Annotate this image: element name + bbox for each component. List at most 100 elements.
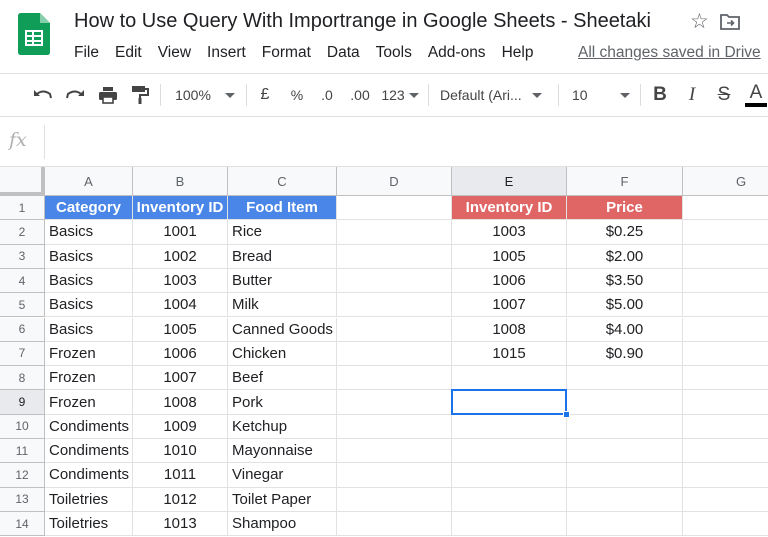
empty-cell[interactable] [337, 439, 452, 464]
table-cell[interactable]: Basics [45, 293, 133, 318]
table-cell[interactable]: 1011 [133, 463, 228, 488]
empty-cell[interactable] [683, 488, 768, 512]
empty-cell[interactable] [337, 268, 452, 294]
empty-cell[interactable] [452, 414, 567, 439]
empty-cell[interactable] [337, 220, 452, 245]
zoom-select[interactable]: 100% [170, 74, 240, 116]
row-header-3[interactable]: 3 [0, 244, 45, 269]
empty-cell[interactable] [337, 463, 452, 488]
row-header-5[interactable]: 5 [0, 293, 45, 318]
row-header-8[interactable]: 8 [0, 366, 45, 391]
menu-insert[interactable]: Insert [207, 42, 246, 64]
table-cell[interactable]: Mayonnaise [228, 439, 337, 464]
row-header-1[interactable]: 1 [0, 196, 45, 221]
table-cell[interactable]: Butter [228, 268, 337, 294]
star-icon[interactable]: ☆ [690, 10, 710, 34]
table-cell[interactable]: Basics [45, 220, 133, 245]
increase-decimals-button[interactable]: .00 [344, 74, 376, 116]
italic-button[interactable]: I [680, 74, 704, 116]
table-cell[interactable]: Shampoo [228, 511, 337, 537]
table-cell[interactable]: 1010 [133, 439, 228, 464]
row-header-2[interactable]: 2 [0, 220, 45, 245]
empty-cell[interactable] [337, 244, 452, 269]
menu-edit[interactable]: Edit [115, 42, 142, 64]
table-cell[interactable]: 1005 [452, 244, 567, 269]
bold-button[interactable]: B [648, 74, 672, 116]
table-cell[interactable]: Basics [45, 268, 133, 294]
empty-cell[interactable] [337, 511, 452, 537]
strikethrough-button[interactable]: S [712, 74, 736, 116]
empty-cell[interactable] [452, 390, 567, 415]
empty-cell[interactable] [683, 269, 768, 294]
row-header-4[interactable]: 4 [0, 268, 45, 294]
row-header-11[interactable]: 11 [0, 439, 45, 464]
column-header-d[interactable]: D [337, 167, 452, 196]
currency-format-button[interactable]: £ [253, 74, 277, 116]
empty-cell[interactable] [567, 487, 683, 512]
table-cell[interactable]: 1005 [133, 317, 228, 342]
empty-cell[interactable] [683, 415, 768, 439]
column-header-f[interactable]: F [567, 167, 683, 196]
empty-cell[interactable] [337, 414, 452, 439]
empty-cell[interactable] [683, 342, 768, 367]
table-cell[interactable]: Condiments [45, 439, 133, 464]
header-cell[interactable]: Price [567, 196, 683, 221]
empty-cell[interactable] [683, 220, 768, 245]
percent-format-button[interactable]: % [285, 74, 309, 116]
table-cell[interactable]: Bread [228, 244, 337, 269]
table-cell[interactable]: 1009 [133, 414, 228, 439]
empty-cell[interactable] [683, 196, 768, 221]
table-cell[interactable]: $4.00 [567, 317, 683, 342]
number-format-select[interactable]: 123 [378, 74, 422, 116]
empty-cell[interactable] [337, 487, 452, 512]
fill-handle[interactable] [563, 410, 570, 418]
select-all-corner[interactable] [0, 167, 45, 196]
empty-cell[interactable] [567, 511, 683, 537]
column-header-c[interactable]: C [228, 167, 337, 196]
empty-cell[interactable] [683, 318, 768, 342]
table-cell[interactable]: $2.00 [567, 244, 683, 269]
empty-cell[interactable] [337, 390, 452, 415]
table-cell[interactable]: Toiletries [45, 511, 133, 537]
font-family-select[interactable]: Default (Ari... [440, 74, 550, 116]
print-icon[interactable] [95, 74, 121, 116]
column-header-a[interactable]: A [45, 167, 133, 196]
table-cell[interactable]: 1003 [133, 268, 228, 294]
save-status-link[interactable]: All changes saved in Drive [578, 44, 761, 62]
table-cell[interactable]: Condiments [45, 463, 133, 488]
move-to-folder-icon[interactable] [720, 13, 740, 33]
empty-cell[interactable] [567, 390, 683, 415]
sheets-logo-icon[interactable] [18, 13, 50, 55]
table-cell[interactable]: Rice [228, 220, 337, 245]
empty-cell[interactable] [337, 366, 452, 391]
table-cell[interactable]: 1008 [452, 317, 567, 342]
table-cell[interactable]: $3.50 [567, 268, 683, 294]
column-header-b[interactable]: B [133, 167, 228, 196]
header-cell[interactable]: Food Item [228, 196, 337, 221]
menu-file[interactable]: File [74, 42, 99, 64]
table-cell[interactable]: $0.25 [567, 220, 683, 245]
table-cell[interactable]: 1002 [133, 244, 228, 269]
column-header-e[interactable]: E [452, 167, 567, 196]
redo-icon[interactable] [62, 74, 88, 116]
table-cell[interactable]: Toiletries [45, 487, 133, 512]
table-cell[interactable]: 1007 [133, 366, 228, 391]
empty-cell[interactable] [683, 512, 768, 537]
row-header-7[interactable]: 7 [0, 341, 45, 367]
table-cell[interactable]: Canned Goods [228, 317, 337, 342]
table-cell[interactable]: Frozen [45, 366, 133, 391]
table-cell[interactable]: 1015 [452, 341, 567, 367]
empty-cell[interactable] [452, 366, 567, 391]
row-header-13[interactable]: 13 [0, 487, 45, 512]
document-title[interactable]: How to Use Query With Importrange in Goo… [74, 10, 651, 33]
empty-cell[interactable] [452, 511, 567, 537]
table-cell[interactable]: 1007 [452, 293, 567, 318]
table-cell[interactable]: $5.00 [567, 293, 683, 318]
empty-cell[interactable] [452, 439, 567, 464]
menu-format[interactable]: Format [262, 42, 311, 64]
empty-cell[interactable] [452, 487, 567, 512]
table-cell[interactable]: 1004 [133, 293, 228, 318]
undo-icon[interactable] [30, 74, 56, 116]
menu-tools[interactable]: Tools [376, 42, 412, 64]
table-cell[interactable]: 1001 [133, 220, 228, 245]
